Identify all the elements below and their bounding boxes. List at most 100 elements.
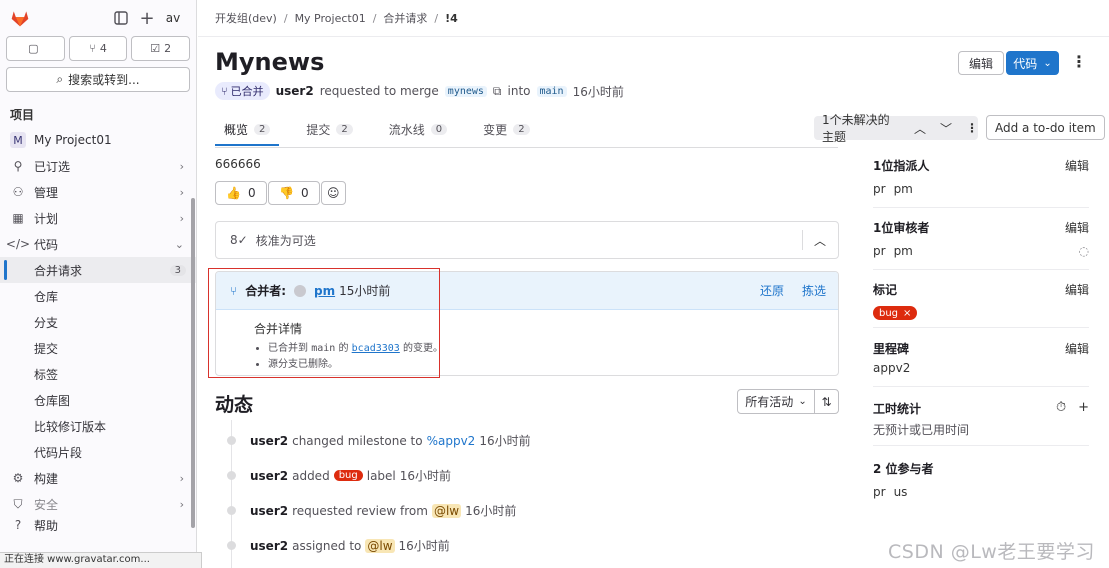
- mr-time: 16小时前: [572, 84, 624, 99]
- activity-event: user2 requested review from @lw 16小时前: [227, 502, 516, 519]
- assignee-name[interactable]: pm: [894, 182, 913, 196]
- edit-labels-button[interactable]: 编辑: [1065, 281, 1089, 298]
- add-reaction-button[interactable]: ☺: [321, 181, 346, 205]
- label-bug[interactable]: bug ×: [873, 306, 918, 320]
- milestone-value[interactable]: appv2: [873, 361, 910, 375]
- sort-direction-button[interactable]: ⇅: [814, 389, 839, 414]
- source-branch[interactable]: mynews: [444, 85, 487, 97]
- close-icon[interactable]: ×: [903, 308, 911, 319]
- more-icon[interactable]: ⋮: [966, 121, 978, 135]
- sidebar-item-branches[interactable]: 分支: [0, 309, 196, 335]
- event-user[interactable]: user2: [250, 469, 288, 483]
- stopwatch-icon[interactable]: ⏱: [1056, 400, 1066, 417]
- sidebar-item-tags[interactable]: 标签: [0, 361, 196, 387]
- more-actions-icon[interactable]: ⋮: [1071, 54, 1087, 70]
- user-avatar[interactable]: av: [160, 5, 186, 31]
- tab-pipelines[interactable]: 流水线 0: [380, 116, 456, 142]
- avatar[interactable]: us: [894, 485, 908, 499]
- approval-icon: 8✓: [230, 233, 248, 247]
- edit-milestone-button[interactable]: 编辑: [1065, 340, 1089, 357]
- tab-commits[interactable]: 提交 2: [297, 116, 361, 142]
- build-icon: ⚙: [12, 471, 24, 485]
- tab-overview[interactable]: 概览 2: [215, 116, 280, 146]
- mr-author[interactable]: user2: [276, 84, 314, 98]
- sidebar-item-plan[interactable]: ▦ 计划 ›: [0, 205, 196, 231]
- chevron-right-icon: ›: [179, 211, 184, 225]
- add-todo-button[interactable]: Add a to-do item: [986, 115, 1105, 140]
- sidebar-item-help[interactable]: ? 帮助: [0, 517, 196, 533]
- breadcrumb-group[interactable]: 开发组(dev): [215, 10, 277, 26]
- chevron-right-icon: ›: [179, 471, 184, 485]
- sidebar-top: + av: [0, 0, 196, 36]
- merge-count-button[interactable]: ⑂ 4: [68, 36, 128, 61]
- target-branch[interactable]: main: [536, 85, 567, 97]
- activity-filter-dropdown[interactable]: 所有活动 ⌄: [737, 389, 815, 414]
- cherry-pick-button[interactable]: 拣选: [802, 282, 826, 299]
- reviewer-name[interactable]: pm: [894, 244, 913, 258]
- sidebar: + av ▢ ⑂ 4 ☑ 2 ⌕ 搜索或转到... 项目 M My Project01…: [0, 0, 197, 568]
- sidebar-toggle-icon[interactable]: [108, 5, 134, 31]
- sidebar-item-compare-revisions[interactable]: 比较修订版本: [0, 413, 196, 439]
- breadcrumb-mr-id[interactable]: !4: [445, 12, 458, 25]
- thumbs-down-icon: 👎: [279, 186, 294, 200]
- approval-widget: 8✓ 核准为可选 ︿: [215, 221, 839, 259]
- gitlab-logo-icon[interactable]: [10, 8, 30, 28]
- browser-status-bar: 正在连接 www.gravatar.com...: [0, 552, 202, 568]
- revert-button[interactable]: 还原: [760, 282, 784, 299]
- avatar[interactable]: pr: [873, 485, 886, 499]
- event-user[interactable]: user2: [250, 434, 288, 448]
- chevron-down-icon[interactable]: ﹀: [940, 120, 952, 137]
- sidebar-item-build[interactable]: ⚙ 构建 ›: [0, 465, 196, 491]
- merge-icon: ⑂: [221, 84, 228, 98]
- labels-section: 标记 编辑 bug ×: [873, 281, 1089, 320]
- merge-requests-count-button[interactable]: ▢: [6, 36, 65, 61]
- sidebar-item-merge-requests[interactable]: 合并请求 3: [0, 257, 196, 283]
- avatar: pr: [873, 182, 886, 196]
- event-user[interactable]: user2: [250, 504, 288, 518]
- edit-button[interactable]: 编辑: [958, 51, 1005, 75]
- chevron-right-icon: ›: [179, 497, 184, 511]
- breadcrumb-project[interactable]: My Project01: [295, 12, 366, 25]
- sidebar-item-repository[interactable]: 仓库: [0, 283, 196, 309]
- copy-icon[interactable]: ⧉: [493, 84, 502, 99]
- todo-count-button[interactable]: ☑ 2: [131, 36, 191, 61]
- milestone-link[interactable]: %appv2: [427, 434, 476, 448]
- smiley-icon: ☺: [327, 186, 340, 200]
- activity-event: user2 added bug label 16小时前: [227, 467, 451, 484]
- sidebar-item-repository-graph[interactable]: 仓库图: [0, 387, 196, 413]
- activity-event: user2 changed milestone to %appv2 16小时前: [227, 432, 531, 449]
- edit-assignees-button[interactable]: 编辑: [1065, 157, 1089, 174]
- chevron-up-icon[interactable]: ︿: [914, 120, 926, 137]
- sidebar-section-title: 项目: [10, 108, 35, 122]
- todo-icon: ☑: [150, 42, 161, 55]
- code-dropdown-button[interactable]: 代码 ⌄: [1006, 51, 1059, 75]
- mr-tabs: 概览 2 提交 2 流水线 0 变更 2: [215, 116, 539, 146]
- sidebar-item-commits[interactable]: 提交: [0, 335, 196, 361]
- plus-icon[interactable]: +: [1078, 400, 1089, 417]
- edit-reviewers-button[interactable]: 编辑: [1065, 219, 1089, 236]
- chevron-up-icon[interactable]: ︿: [814, 232, 826, 249]
- tab-changes[interactable]: 变更 2: [474, 116, 538, 142]
- user-mention[interactable]: @lw: [431, 503, 462, 518]
- sidebar-scrollbar[interactable]: [191, 198, 195, 528]
- event-user[interactable]: user2: [250, 539, 288, 553]
- sidebar-item-code[interactable]: </> 代码 ⌄: [0, 231, 196, 257]
- chevron-down-icon: ⌄: [1043, 57, 1052, 69]
- unresolved-threads[interactable]: 1个未解决的主题 ︿ ﹀ ⋮: [814, 113, 978, 144]
- search-button[interactable]: ⌕ 搜索或转到...: [6, 67, 190, 92]
- chevron-right-icon: ›: [179, 185, 184, 199]
- label-bug[interactable]: bug: [333, 470, 363, 481]
- sidebar-item-snippets[interactable]: 代码片段: [0, 439, 196, 465]
- merge-request-icon: ▢: [28, 42, 39, 55]
- thumbs-up-button[interactable]: 👍 0: [215, 181, 267, 205]
- user-mention[interactable]: @lw: [365, 538, 395, 553]
- sidebar-item-security[interactable]: ⛉ 安全 ›: [0, 491, 196, 517]
- breadcrumb-merge-requests[interactable]: 合并请求: [383, 10, 427, 26]
- participants-section: 2 位参与者 pr us: [873, 462, 934, 499]
- sidebar-item-manage[interactable]: ⚇ 管理 ›: [0, 179, 196, 205]
- sidebar-project[interactable]: M My Project01: [0, 127, 196, 153]
- plus-icon[interactable]: +: [134, 5, 160, 31]
- activity-event: user2 assigned to @lw 16小时前: [227, 537, 450, 554]
- sidebar-item-pinned[interactable]: ⚲ 已订选 ›: [0, 153, 196, 179]
- thumbs-down-button[interactable]: 👎 0: [268, 181, 320, 205]
